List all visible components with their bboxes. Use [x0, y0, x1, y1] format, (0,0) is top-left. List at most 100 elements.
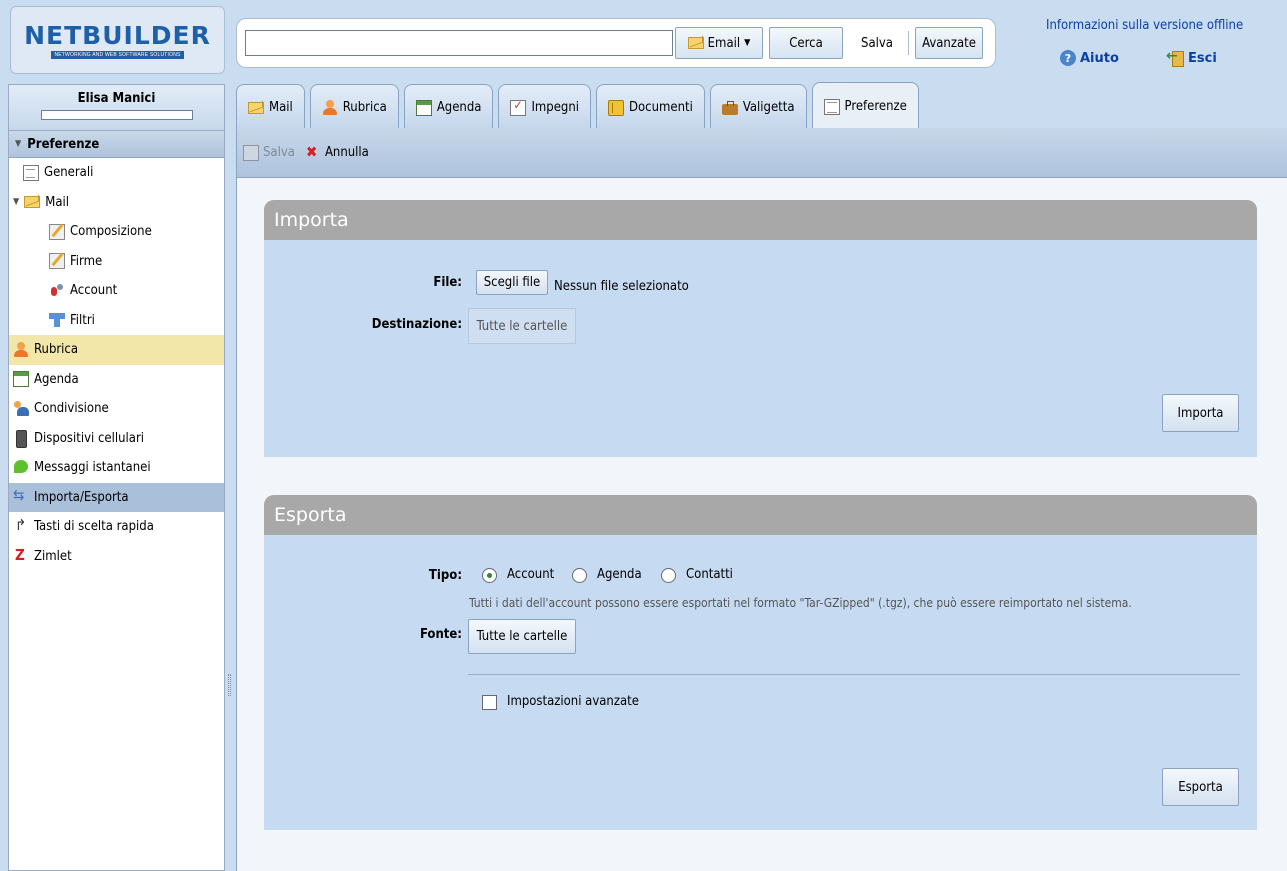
source-folder-button[interactable]: Tutte le cartelle — [468, 619, 576, 654]
sidebar-item-label: Account — [70, 283, 118, 299]
search-toolbar: Email ▼ Cerca Salva Avanzate — [236, 18, 996, 68]
tab-impegni[interactable]: Impegni — [498, 84, 592, 130]
search-input[interactable] — [245, 30, 673, 56]
envelope-icon — [248, 101, 264, 114]
sidebar-item-agenda[interactable]: Agenda — [9, 365, 224, 395]
contacts-icon — [322, 99, 338, 116]
user-name: Elisa Manici — [77, 91, 156, 106]
logout-label: Esci — [1188, 50, 1217, 66]
sidebar-item-messaggi-istantanei[interactable]: Messaggi istantanei — [9, 453, 224, 483]
sidebar-item-firme[interactable]: Firme — [9, 247, 224, 277]
type-option-account[interactable]: Account — [507, 567, 554, 582]
destination-folder-button[interactable]: Tutte le cartelle — [468, 308, 576, 344]
sidebar-item-label: Mail — [45, 194, 69, 210]
preferences-header-label: Preferenze — [27, 136, 100, 152]
tab-rubrica[interactable]: Rubrica — [309, 84, 399, 130]
collapse-triangle-icon[interactable]: ▼ — [15, 139, 21, 149]
preferences-header[interactable]: ▼ Preferenze — [9, 131, 224, 158]
type-radio-account[interactable] — [482, 568, 497, 583]
app-tabs: Mail Rubrica Agenda Impegni Documenti Va… — [236, 82, 919, 130]
sidebar-item-label: Messaggi istantanei — [34, 460, 151, 476]
cancel-label: Annulla — [324, 145, 369, 160]
cancel-button[interactable]: Annulla — [305, 143, 369, 161]
contacts-icon — [13, 341, 29, 358]
phone-icon — [13, 430, 29, 449]
advanced-settings-checkbox[interactable] — [482, 695, 497, 710]
sidebar-item-account[interactable]: Account — [9, 276, 224, 306]
save-search-button[interactable]: Salva — [849, 27, 905, 59]
import-export-icon — [13, 486, 29, 505]
logo-text: NETBUILDER — [24, 21, 211, 50]
tab-label: Rubrica — [342, 100, 387, 115]
tab-label: Mail — [269, 100, 293, 115]
sidebar-item-label: Rubrica — [34, 342, 79, 358]
sidebar-item-zimlet[interactable]: Zimlet — [9, 542, 224, 572]
sidebar-item-label: Tasti di scelta rapida — [34, 519, 154, 535]
type-radio-contatti[interactable] — [661, 568, 676, 583]
type-radio-agenda[interactable] — [572, 568, 587, 583]
sidebar-item-composizione[interactable]: Composizione — [9, 217, 224, 247]
document-icon — [23, 164, 39, 181]
chat-icon — [13, 459, 29, 476]
export-button[interactable]: Esporta — [1162, 768, 1239, 806]
choose-file-button[interactable]: Scegli file — [476, 270, 548, 295]
sidebar-item-mail[interactable]: ▼ Mail — [9, 188, 224, 218]
advanced-search-button[interactable]: Avanzate — [915, 27, 983, 59]
sidebar-item-tasti-di-scelta-rapida[interactable]: Tasti di scelta rapida — [9, 512, 224, 542]
sidebar-item-label: Zimlet — [34, 548, 72, 564]
tab-documenti[interactable]: Documenti — [596, 84, 705, 130]
help-label: Aiuto — [1080, 50, 1119, 66]
search-type-label: Email — [707, 35, 741, 51]
tab-label: Documenti — [629, 100, 693, 115]
offline-info-link[interactable]: Informazioni sulla versione offline — [1046, 18, 1243, 33]
logout-link[interactable]: Esci — [1166, 48, 1217, 67]
sidebar-item-importa-esporta[interactable]: Importa/Esporta — [9, 482, 224, 512]
splitter-grip[interactable] — [228, 674, 231, 696]
type-option-agenda[interactable]: Agenda — [597, 567, 642, 582]
export-section: Esporta Tipo: Account Agenda Contatti Tu… — [264, 495, 1257, 830]
sidebar-item-label: Dispositivi cellulari — [34, 430, 145, 446]
sidebar-item-label: Importa/Esporta — [34, 489, 129, 505]
search-type-dropdown[interactable]: Email ▼ — [675, 27, 763, 59]
import-section-title: Importa — [264, 200, 1257, 240]
type-option-contatti[interactable]: Contatti — [686, 567, 733, 582]
export-section-title: Esporta — [264, 495, 1257, 535]
tab-label: Preferenze — [844, 99, 907, 114]
top-bar: NETBUILDER NETWORKING AND WEB SOFTWARE S… — [0, 0, 1287, 82]
tab-preferenze[interactable]: Preferenze — [811, 82, 919, 130]
sharing-icon — [13, 400, 29, 417]
sidebar-item-generali[interactable]: Generali — [9, 158, 224, 188]
sidebar-item-filtri[interactable]: Filtri — [9, 306, 224, 336]
sidebar-item-rubrica[interactable]: Rubrica — [9, 335, 224, 365]
destination-label: Destinazione: — [371, 317, 462, 332]
briefcase-icon — [721, 100, 738, 116]
tab-label: Agenda — [436, 100, 482, 115]
import-button[interactable]: Importa — [1162, 394, 1239, 432]
sidebar-item-label: Agenda — [34, 371, 79, 387]
help-icon: ? — [1060, 50, 1076, 66]
tab-agenda[interactable]: Agenda — [403, 84, 494, 130]
expand-triangle-icon[interactable]: ▼ — [13, 197, 19, 207]
advanced-settings-label[interactable]: Impostazioni avanzate — [507, 694, 639, 709]
close-icon — [305, 143, 321, 161]
logo-tagline: NETWORKING AND WEB SOFTWARE SOLUTIONS — [51, 51, 184, 59]
search-button[interactable]: Cerca — [769, 27, 843, 59]
tab-mail[interactable]: Mail — [236, 84, 305, 130]
preferences-icon — [823, 98, 840, 115]
sidebar-item-dispositivi-cellulari[interactable]: Dispositivi cellulari — [9, 424, 224, 454]
calendar-icon — [415, 99, 432, 116]
quota-bar — [40, 110, 193, 120]
action-toolbar: Salva Annulla — [237, 128, 1287, 178]
shortcut-icon — [13, 516, 29, 535]
sidebar-item-condivisione[interactable]: Condivisione — [9, 394, 224, 424]
toolbar-divider — [908, 31, 909, 55]
sidebar-item-label: Generali — [44, 165, 94, 181]
save-button[interactable]: Salva — [243, 144, 295, 161]
tab-valigetta[interactable]: Valigetta — [709, 84, 807, 130]
export-description: Tutti i dati dell'account possono essere… — [469, 596, 1132, 610]
sidebar-item-label: Filtri — [70, 312, 95, 328]
exit-icon — [1166, 48, 1184, 67]
sidebar-splitter[interactable] — [226, 84, 234, 871]
help-link[interactable]: ? Aiuto — [1060, 50, 1119, 66]
zimlet-icon — [13, 546, 29, 564]
